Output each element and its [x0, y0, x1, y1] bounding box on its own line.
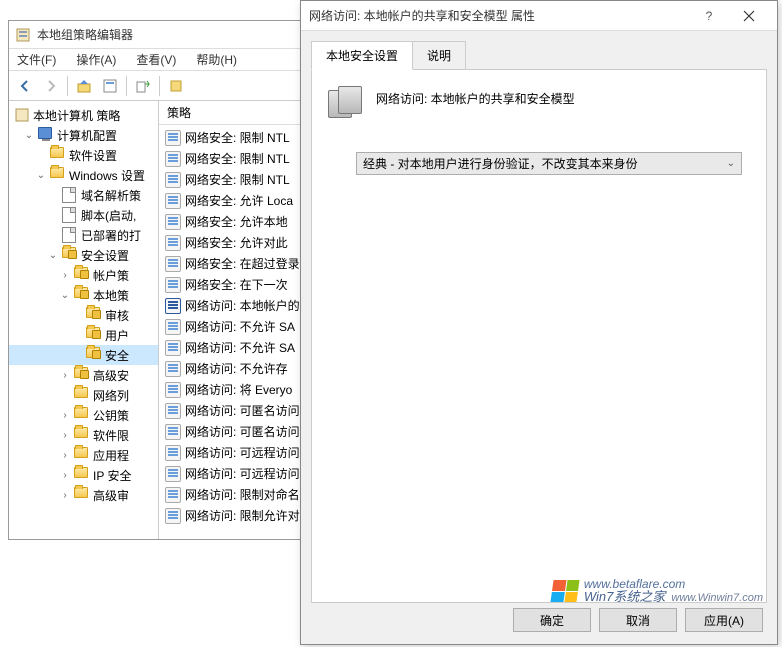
expand-icon[interactable]: › [59, 409, 71, 421]
tree-item[interactable]: 域名解析策 [9, 185, 158, 205]
policy-icon [165, 235, 181, 251]
policy-icon [165, 382, 181, 398]
dialog-button-row: 确定 取消 应用(A) [513, 608, 763, 632]
properties-button[interactable] [98, 74, 122, 98]
dialog-title: 网络访问: 本地帐户的共享和安全模型 属性 [309, 7, 689, 24]
expand-icon[interactable]: › [59, 429, 71, 441]
collapse-icon[interactable]: ⌄ [35, 169, 47, 181]
tree-item[interactable]: ›IP 安全 [9, 465, 158, 485]
collapse-icon[interactable]: ⌄ [23, 129, 35, 141]
menu-file[interactable]: 文件(F) [13, 49, 60, 70]
tree-item[interactable]: ›高级审 [9, 485, 158, 505]
policy-icon [165, 445, 181, 461]
policy-icon [165, 361, 181, 377]
close-icon [743, 10, 755, 22]
tree-item[interactable]: ⌄安全设置 [9, 245, 158, 265]
policy-icon [165, 424, 181, 440]
properties-dialog: 网络访问: 本地帐户的共享和安全模型 属性 ? 本地安全设置 说明 网络访问: … [300, 0, 778, 645]
dropdown-value: 经典 - 对本地用户进行身份验证，不改变其本来身份 [363, 155, 727, 172]
help-button[interactable]: ? [689, 2, 729, 30]
menu-help[interactable]: 帮助(H) [192, 49, 241, 70]
expand-icon[interactable]: › [59, 489, 71, 501]
up-button[interactable] [72, 74, 96, 98]
forward-button[interactable] [39, 74, 63, 98]
back-button[interactable] [13, 74, 37, 98]
policy-icon [165, 277, 181, 293]
policy-name-label: 网络访问: 本地帐户的共享和安全模型 [376, 86, 575, 107]
tab-strip: 本地安全设置 说明 [301, 31, 777, 70]
cancel-button[interactable]: 取消 [599, 608, 677, 632]
apply-button[interactable]: 应用(A) [685, 608, 763, 632]
policy-icon [165, 172, 181, 188]
tree-item[interactable]: ⌄Windows 设置 [9, 165, 158, 185]
policy-icon [165, 151, 181, 167]
dialog-title-bar[interactable]: 网络访问: 本地帐户的共享和安全模型 属性 ? [301, 1, 777, 31]
ok-button[interactable]: 确定 [513, 608, 591, 632]
tree-panel[interactable]: 本地计算机 策略 ⌄计算机配置软件设置⌄Windows 设置域名解析策脚本(启动… [9, 101, 159, 539]
tree-item[interactable]: ›帐户策 [9, 265, 158, 285]
policy-icon [165, 340, 181, 356]
expand-icon[interactable]: › [59, 469, 71, 481]
export-button[interactable] [131, 74, 155, 98]
policy-icon [165, 487, 181, 503]
policy-icon [165, 214, 181, 230]
security-model-dropdown[interactable]: 经典 - 对本地用户进行身份验证，不改变其本来身份 ⌄ [356, 152, 742, 175]
windows-flag-icon [550, 580, 579, 602]
tree-item[interactable]: ⌄计算机配置 [9, 125, 158, 145]
tree-root[interactable]: 本地计算机 策略 [9, 105, 158, 125]
tree-item[interactable]: ›公钥策 [9, 405, 158, 425]
policy-icon [165, 298, 181, 314]
policy-icon [165, 130, 181, 146]
tree-item[interactable]: 已部署的打 [9, 225, 158, 245]
tab-content: 网络访问: 本地帐户的共享和安全模型 经典 - 对本地用户进行身份验证，不改变其… [311, 69, 767, 603]
tab-local-security[interactable]: 本地安全设置 [311, 41, 413, 70]
policy-icon [165, 508, 181, 524]
expand-icon[interactable]: › [59, 269, 71, 281]
window-title: 本地组策略编辑器 [37, 26, 133, 43]
tree-item[interactable]: ›高级安 [9, 365, 158, 385]
tree-item[interactable]: ›软件限 [9, 425, 158, 445]
close-button[interactable] [729, 2, 769, 30]
tree-item[interactable]: 审核 [9, 305, 158, 325]
tab-description[interactable]: 说明 [412, 41, 466, 70]
app-icon [15, 27, 31, 43]
chevron-down-icon: ⌄ [727, 158, 735, 169]
tree-item[interactable]: 网络列 [9, 385, 158, 405]
menu-action[interactable]: 操作(A) [72, 49, 120, 70]
watermark: www.betaflare.com Win7系统之家 www.Winwin7.c… [552, 578, 763, 604]
menu-view[interactable]: 查看(V) [132, 49, 180, 70]
tree-item[interactable]: ›应用程 [9, 445, 158, 465]
policy-icon [165, 466, 181, 482]
tree-item[interactable]: ⌄本地策 [9, 285, 158, 305]
policy-icon [165, 193, 181, 209]
collapse-icon[interactable]: ⌄ [59, 289, 71, 301]
collapse-icon[interactable]: ⌄ [47, 249, 59, 261]
expand-icon[interactable]: › [59, 369, 71, 381]
expand-icon[interactable]: › [59, 449, 71, 461]
policy-root-icon [14, 107, 30, 123]
tree-item[interactable]: 安全 [9, 345, 158, 365]
server-icon [328, 86, 364, 122]
policy-icon [165, 319, 181, 335]
tree-item[interactable]: 脚本(启动, [9, 205, 158, 225]
tree-item[interactable]: 软件设置 [9, 145, 158, 165]
policy-icon [165, 256, 181, 272]
tree-item[interactable]: 用户 [9, 325, 158, 345]
refresh-button[interactable] [164, 74, 188, 98]
policy-icon [165, 403, 181, 419]
